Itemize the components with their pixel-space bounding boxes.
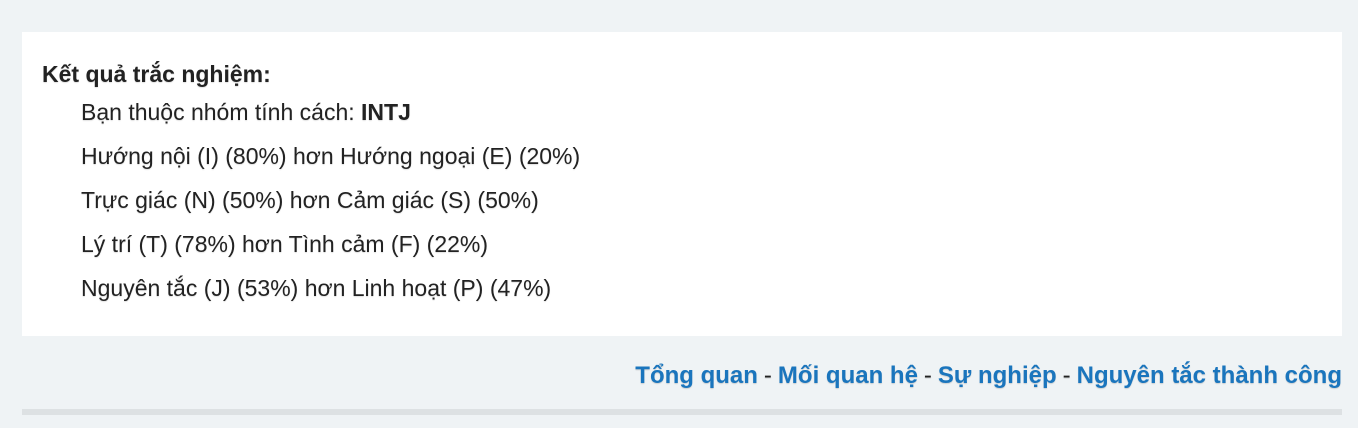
nav-link-overview[interactable]: Tổng quan [635, 362, 758, 389]
nav-link-success-principles[interactable]: Nguyên tắc thành công [1077, 362, 1342, 389]
section-nav: Tổng quan - Mối quan hệ - Sự nghiệp - Nguyên t… [635, 358, 1342, 394]
dimension-line-ie: Hướng nội (I) (80%) hơn Hướng ngoại (E) … [81, 143, 581, 169]
result-lines: Bạn thuộc nhóm tính cách: INTJ Hướng nội… [42, 90, 1322, 310]
dimension-line-tf: Lý trí (T) (78%) hơn Tình cảm (F) (22%) [81, 231, 489, 257]
result-heading: Kết quả trắc nghiệm: [42, 61, 271, 87]
personality-type-line: Bạn thuộc nhóm tính cách: INTJ [81, 90, 1322, 134]
personality-type-prefix: Bạn thuộc nhóm tính cách: [81, 99, 362, 125]
nav-separator: - [763, 362, 772, 389]
nav-separator: - [923, 362, 932, 389]
result-card: Kết quả trắc nghiệm: Bạn thuộc nhóm tính… [22, 32, 1342, 336]
dimension-line-jp: Nguyên tắc (J) (53%) hơn Linh hoạt (P) (… [81, 275, 552, 301]
dimension-line-ns: Trực giác (N) (50%) hơn Cảm giác (S) (50… [81, 187, 539, 213]
nav-link-relationships[interactable]: Mối quan hệ [778, 362, 918, 389]
bottom-divider [22, 409, 1342, 415]
personality-type-code: INTJ [361, 99, 411, 125]
nav-link-career[interactable]: Sự nghiệp [938, 362, 1057, 389]
nav-separator: - [1062, 362, 1071, 389]
